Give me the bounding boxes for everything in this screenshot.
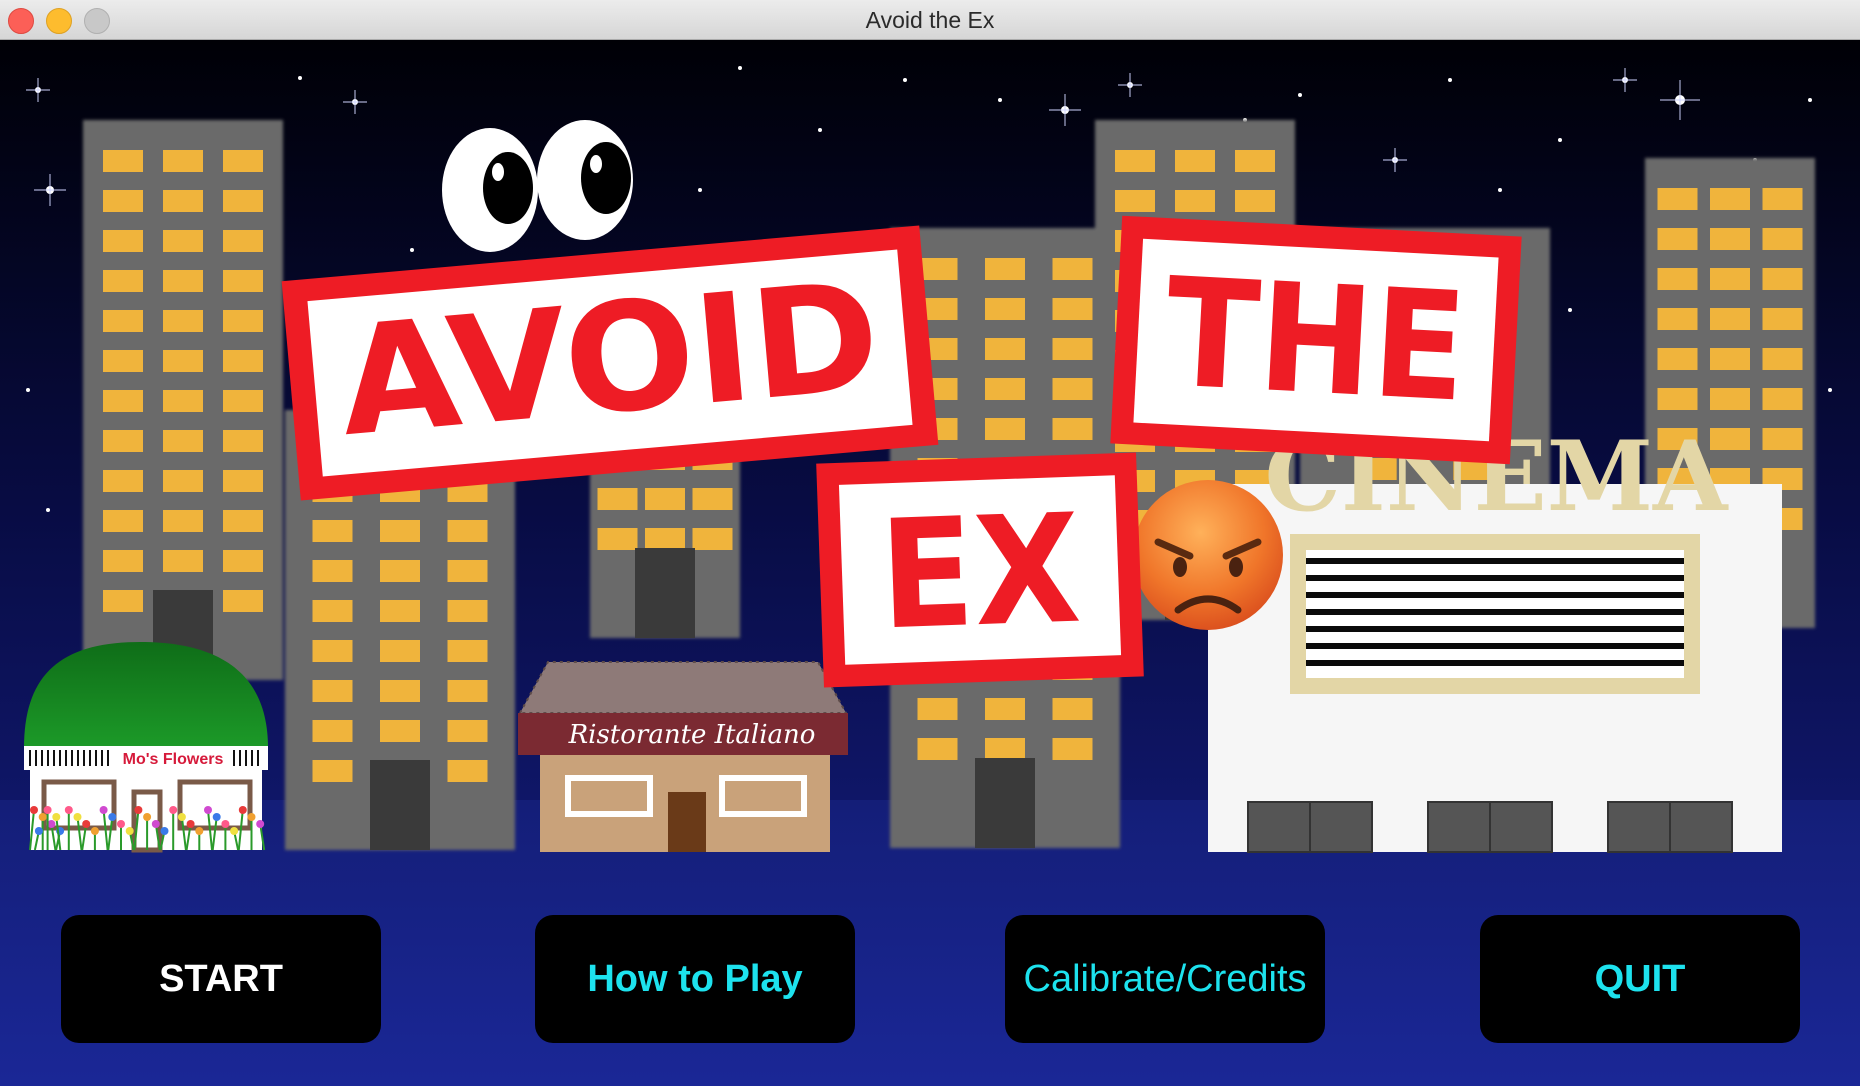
star — [26, 388, 30, 392]
window-title: Avoid the Ex — [865, 7, 995, 33]
flower-shop: Mo's Flowers — [24, 642, 268, 853]
star — [1498, 188, 1502, 192]
calibrate-credits-button-label: Calibrate/Credits — [1023, 957, 1307, 1000]
star — [998, 98, 1002, 102]
cinema-building: CINEMA — [1208, 420, 1782, 853]
restaurant-building: Ristorante Italiano — [518, 661, 848, 852]
logo-word-the: THE — [1162, 246, 1471, 435]
star — [1448, 78, 1452, 82]
star — [410, 248, 414, 252]
star — [1828, 388, 1832, 392]
logo-word-ex: EX — [877, 483, 1083, 664]
star — [1808, 98, 1812, 102]
star — [1568, 308, 1572, 312]
quit-button[interactable]: QUIT — [1480, 915, 1800, 1043]
angry-face-icon — [1133, 480, 1283, 630]
quit-button-label: QUIT — [1594, 957, 1686, 1000]
how-to-play-button-label: How to Play — [587, 957, 803, 1000]
star — [903, 78, 907, 82]
title-screen: Mo's Flowers Ristorante Italiano CINEMA … — [0, 40, 1860, 1086]
title-bar: Avoid the Ex — [0, 0, 1860, 40]
star — [698, 188, 702, 192]
calibrate-credits-button[interactable]: Calibrate/Credits — [1005, 915, 1325, 1043]
how-to-play-button[interactable]: How to Play — [535, 915, 855, 1043]
star — [1558, 138, 1562, 142]
start-button[interactable]: START — [61, 915, 381, 1043]
game-window: Avoid the Ex Mo's Flowers Ristorante Ita… — [0, 0, 1860, 1086]
star — [818, 128, 822, 132]
flower-shop-sign: Mo's Flowers — [123, 751, 224, 768]
star — [1298, 93, 1302, 97]
restaurant-sign: Ristorante Italiano — [568, 720, 816, 750]
star — [46, 508, 50, 512]
star — [738, 66, 742, 70]
start-button-label: START — [159, 957, 283, 1000]
star — [298, 76, 302, 80]
